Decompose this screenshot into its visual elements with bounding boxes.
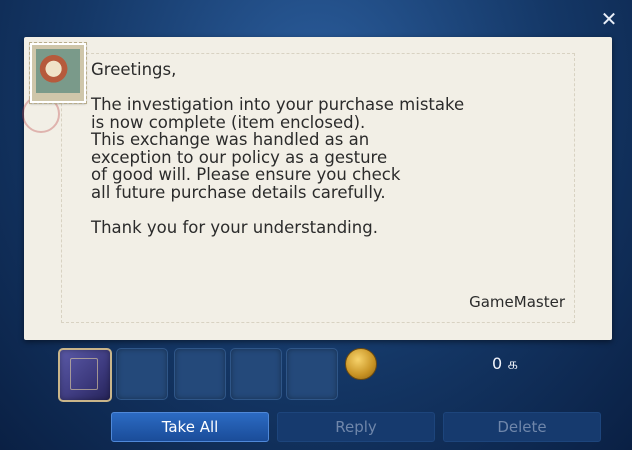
- attachment-slot-1[interactable]: [58, 348, 112, 402]
- letter-paper: Greetings, The investigation into your p…: [22, 37, 612, 340]
- attachment-slot-3[interactable]: [174, 348, 226, 400]
- close-icon[interactable]: ✕: [598, 8, 620, 30]
- letter-body: Greetings, The investigation into your p…: [91, 60, 465, 237]
- attachment-slot-2[interactable]: [116, 348, 168, 400]
- letter-window: ✕ Greetings, The investigation into your…: [0, 0, 632, 450]
- reply-button[interactable]: Reply: [277, 412, 435, 442]
- stamp-art: [36, 49, 80, 93]
- postage-stamp-icon: [29, 42, 87, 104]
- attachment-slot-5[interactable]: [286, 348, 338, 400]
- attachment-slot-4[interactable]: [230, 348, 282, 400]
- delete-button[interactable]: Delete: [443, 412, 601, 442]
- gil-amount: 0 ௧: [492, 354, 519, 373]
- take-all-button[interactable]: Take All: [111, 412, 269, 442]
- book-icon: [70, 358, 98, 390]
- letter-signature: GameMaster: [469, 293, 565, 311]
- gil-coin-icon: [345, 348, 377, 380]
